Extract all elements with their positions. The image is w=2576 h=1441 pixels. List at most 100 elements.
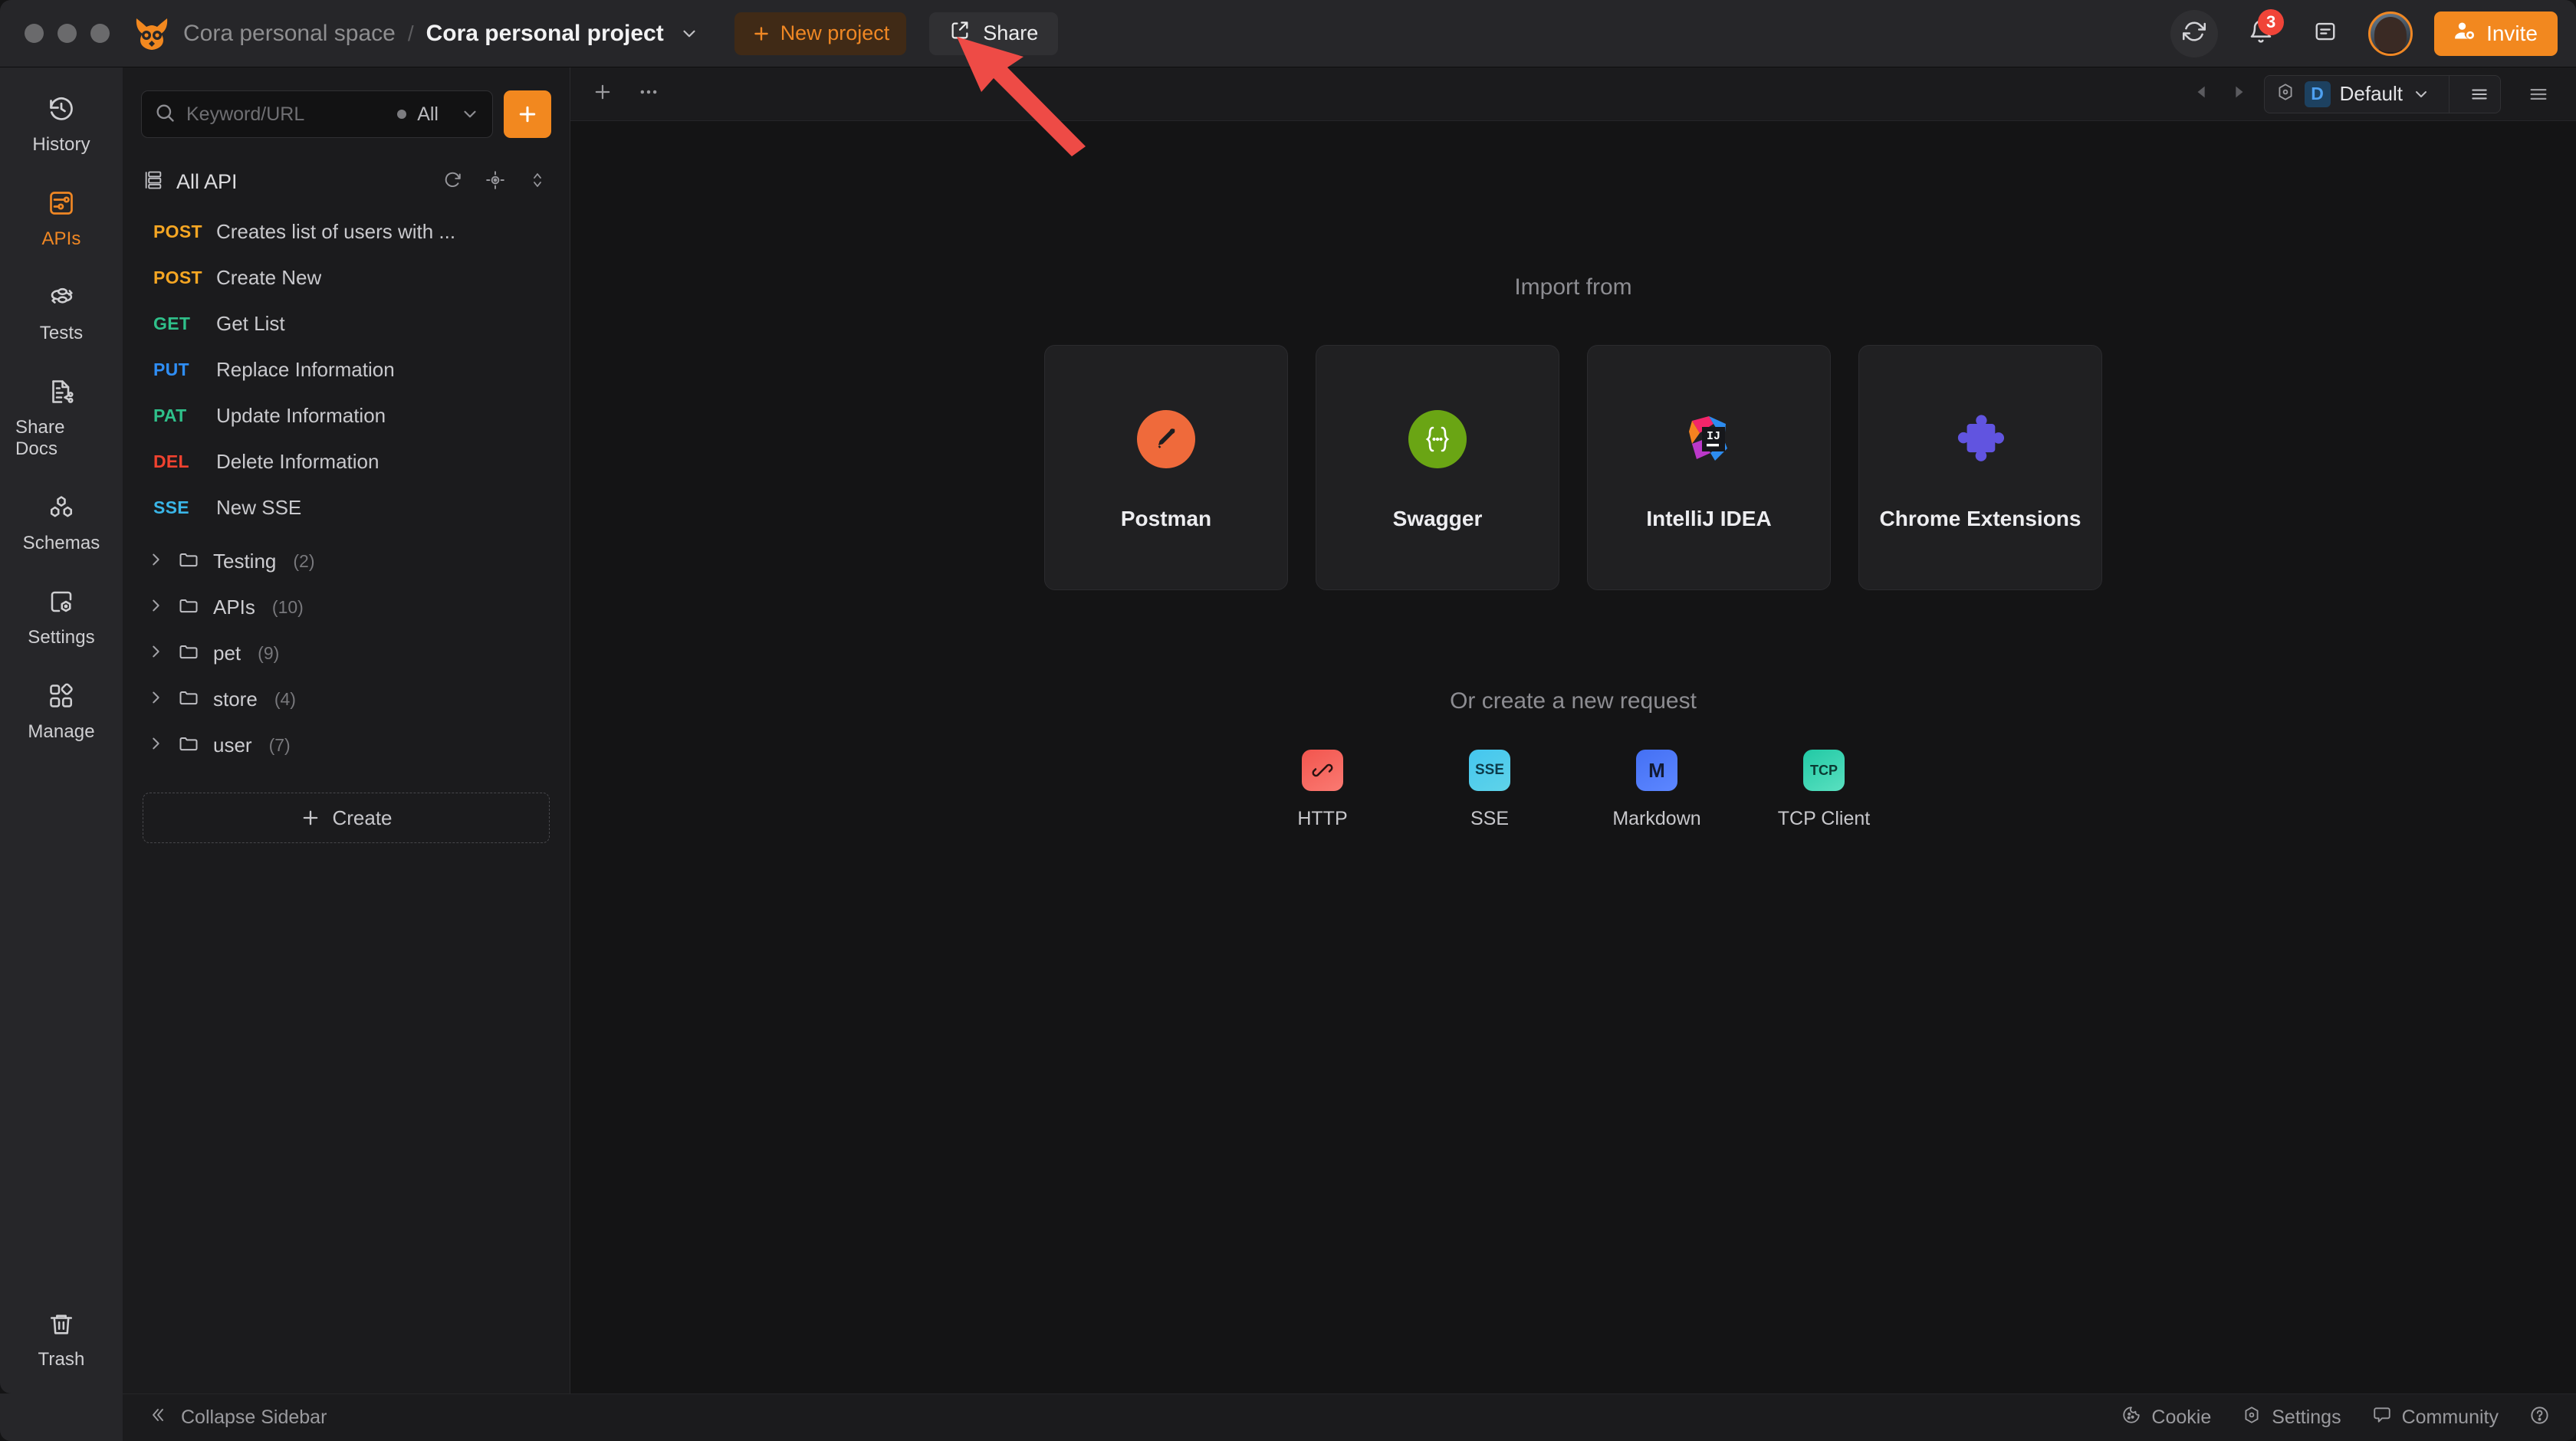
locate-icon[interactable] [485, 170, 505, 194]
sidebar-item-share-docs[interactable]: Share Docs [15, 378, 107, 460]
markdown-icon: M [1636, 750, 1677, 791]
sidebar-item-label: Tests [39, 323, 84, 343]
http-method-badge: PUT [153, 359, 189, 379]
nav-next-button[interactable] [2230, 84, 2247, 104]
chat-icon [2372, 1405, 2392, 1430]
import-card-chrome-extensions[interactable]: Chrome Extensions [1858, 345, 2102, 590]
invite-button[interactable]: Invite [2434, 11, 2558, 56]
close-window-button[interactable] [25, 24, 44, 43]
folder-count: (7) [268, 734, 291, 755]
api-name: Replace Information [216, 357, 395, 381]
api-list-item[interactable]: PAT Update Information [140, 392, 553, 438]
sidebar-search-row: Keyword/URL All [123, 83, 570, 138]
filter-value[interactable]: All [417, 103, 439, 126]
community-button[interactable]: Community [2372, 1405, 2499, 1430]
maximize-window-button[interactable] [90, 24, 110, 43]
share-button[interactable]: Share [929, 11, 1059, 55]
import-card-label: Chrome Extensions [1879, 507, 2082, 530]
new-project-label: New project [780, 21, 890, 44]
request-type-sse[interactable]: SSE SSE [1436, 750, 1543, 830]
help-button[interactable] [2529, 1405, 2550, 1431]
all-api-group-header[interactable]: All API [123, 155, 570, 208]
cookie-button[interactable]: Cookie [2121, 1405, 2211, 1430]
api-list-item[interactable]: PUT Replace Information [140, 346, 553, 392]
api-list-item[interactable]: GET Get List [140, 300, 553, 346]
import-card-intellij[interactable]: IJ IntelliJ IDEA [1587, 345, 1831, 590]
minimize-window-button[interactable] [58, 24, 77, 43]
create-button[interactable]: Create [143, 793, 550, 843]
chevron-right-icon[interactable] [147, 597, 164, 618]
sidebar-item-history[interactable]: History [15, 95, 107, 156]
tab-options-button[interactable] [638, 81, 659, 107]
sidebar-item-trash[interactable]: Trash [15, 1311, 107, 1370]
chevrons-left-icon [149, 1406, 167, 1430]
sync-button[interactable] [2170, 9, 2219, 57]
docs-panel-button[interactable] [2304, 12, 2347, 55]
sidebar-item-apis[interactable]: APIs [15, 189, 107, 250]
tab-nav-arrows [2193, 84, 2247, 104]
history-icon [48, 95, 75, 126]
notifications-button[interactable]: 3 [2239, 8, 2285, 55]
puzzle-icon [1951, 404, 2009, 474]
folder-row[interactable]: Testing (2) [140, 538, 553, 584]
chevron-right-icon[interactable] [147, 643, 164, 664]
chevron-right-icon[interactable] [147, 551, 164, 572]
sidebar-item-schemas[interactable]: Schemas [15, 494, 107, 554]
settings-button[interactable]: Settings [2242, 1405, 2341, 1430]
folder-row[interactable]: APIs (10) [140, 584, 553, 630]
folder-count: (4) [274, 688, 296, 709]
search-input[interactable]: Keyword/URL [186, 103, 386, 126]
import-card-swagger[interactable]: Swagger [1316, 345, 1559, 590]
sidebar-item-tests[interactable]: Tests [15, 284, 107, 344]
request-type-markdown[interactable]: M Markdown [1603, 750, 1710, 830]
sidebar-item-manage[interactable]: Manage [15, 682, 107, 743]
http-method-badge: POST [153, 267, 202, 287]
folder-name: pet [213, 641, 242, 665]
http-method-badge: SSE [153, 497, 189, 517]
api-list-item[interactable]: POST Creates list of users with ... [140, 208, 553, 254]
panel-menu-button[interactable] [2518, 77, 2559, 112]
chevron-right-icon[interactable] [147, 735, 164, 756]
breadcrumb-workspace[interactable]: Cora personal space [183, 21, 396, 47]
api-list-item[interactable]: SSE New SSE [140, 484, 553, 530]
group-actions [442, 170, 547, 194]
http-method-badge: PAT [153, 405, 187, 425]
http-method-badge: POST [153, 221, 202, 241]
empty-state-canvas: Import from Postman Swagger IJ IntelliJ … [570, 121, 2576, 1393]
search-box[interactable]: Keyword/URL All [141, 90, 493, 138]
api-list-item[interactable]: DEL Delete Information [140, 438, 553, 484]
avatar[interactable] [2368, 11, 2413, 56]
folder-row[interactable]: user (7) [140, 722, 553, 768]
request-type-label: TCP Client [1777, 808, 1871, 829]
refresh-icon[interactable] [442, 170, 462, 194]
folder-row[interactable]: pet (9) [140, 630, 553, 676]
environment-menu-button[interactable] [2459, 84, 2500, 104]
chevron-down-icon[interactable] [679, 24, 699, 44]
api-list-item[interactable]: POST Create New [140, 254, 553, 300]
environment-selector[interactable]: D Default [2263, 74, 2501, 113]
sidebar-item-label: Trash [38, 1349, 85, 1370]
new-project-button[interactable]: New project [734, 11, 907, 55]
environment-gear-icon[interactable] [2275, 82, 2295, 106]
request-type-label: SSE [1470, 808, 1510, 829]
sort-icon[interactable] [528, 170, 547, 194]
request-type-tcp-client[interactable]: TCP TCP Client [1770, 750, 1878, 830]
folder-name: Testing [213, 549, 277, 573]
window-controls[interactable] [25, 24, 110, 43]
collapse-sidebar-button[interactable]: Collapse Sidebar [149, 1406, 327, 1430]
app-logo-owl-icon [133, 17, 171, 51]
chevron-down-icon[interactable] [460, 104, 480, 124]
new-tab-button[interactable] [592, 81, 613, 107]
chevron-right-icon[interactable] [147, 689, 164, 710]
settings-icon [48, 588, 75, 619]
nav-prev-button[interactable] [2193, 84, 2210, 104]
sidebar-item-settings[interactable]: Settings [15, 588, 107, 648]
chevron-down-icon[interactable] [2412, 85, 2430, 103]
import-card-postman[interactable]: Postman [1044, 345, 1288, 590]
list-tree-icon [143, 169, 164, 195]
add-api-button[interactable] [504, 90, 551, 138]
folder-row[interactable]: store (4) [140, 676, 553, 722]
request-type-http[interactable]: HTTP [1269, 750, 1376, 830]
api-name: Delete Information [216, 449, 380, 473]
breadcrumb-project[interactable]: Cora personal project [426, 21, 664, 47]
